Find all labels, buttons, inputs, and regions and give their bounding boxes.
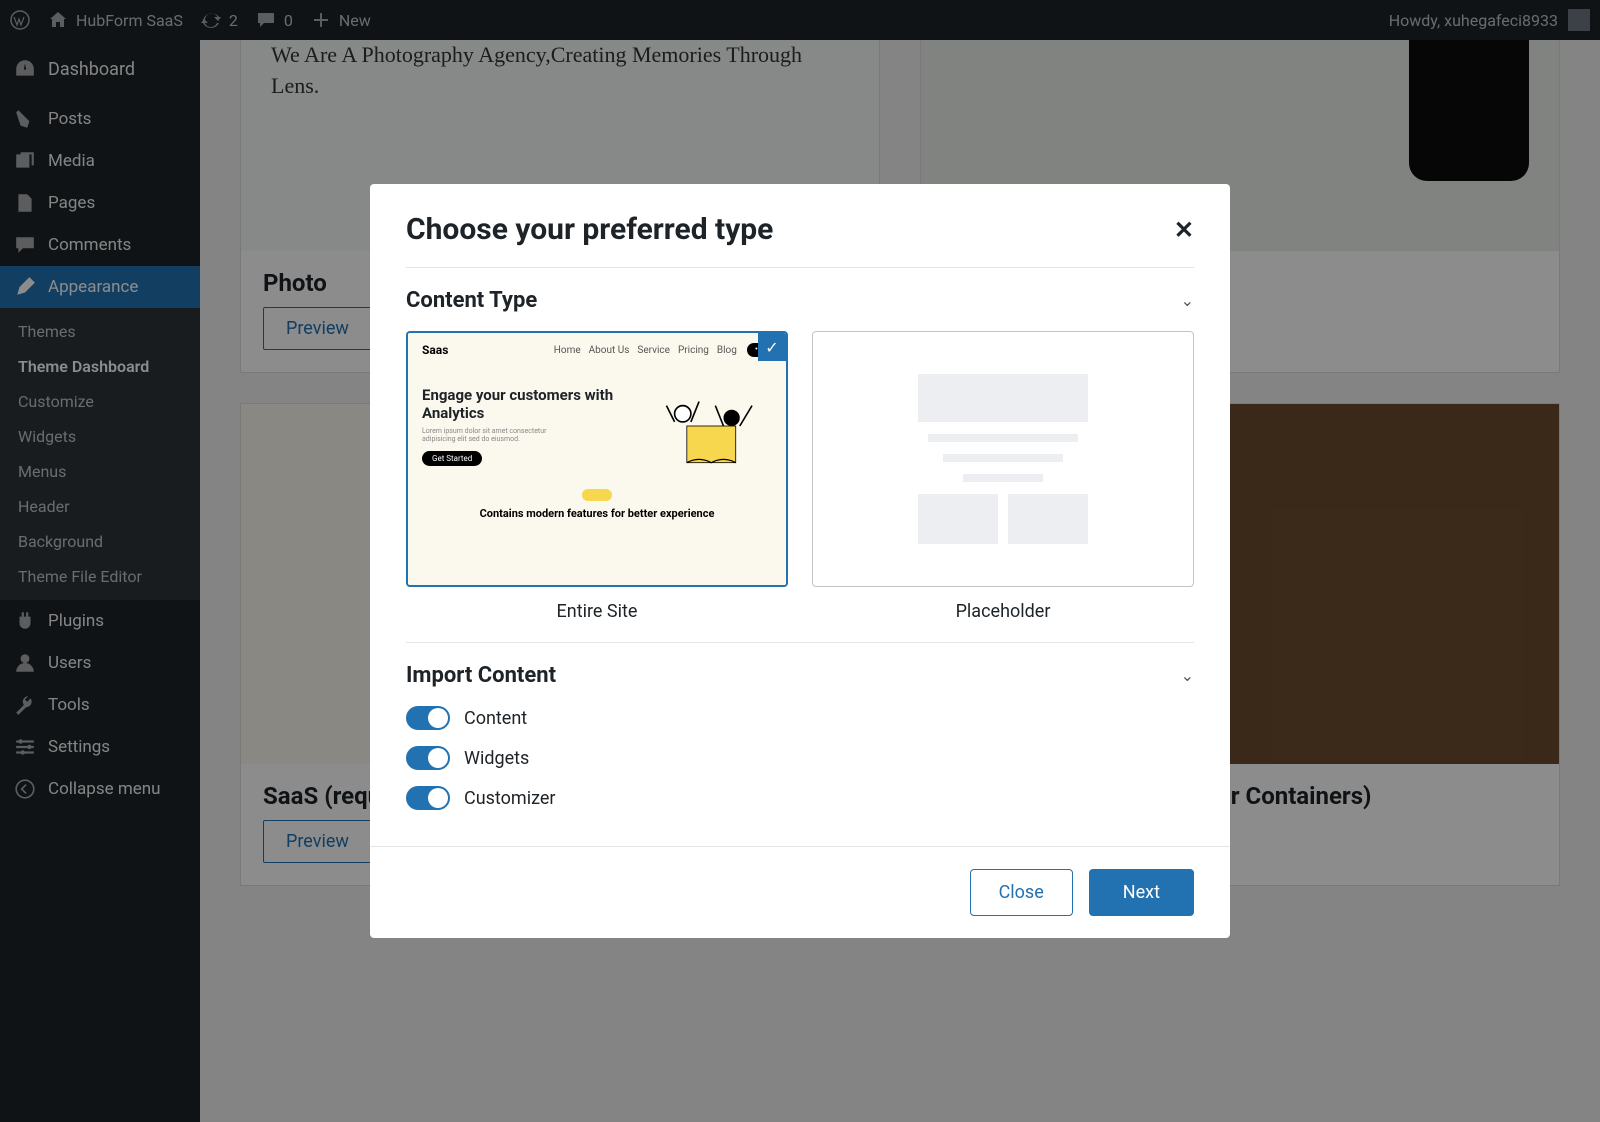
close-icon[interactable]: ✕ (1174, 216, 1194, 244)
toggle-widgets-label: Widgets (464, 748, 529, 769)
content-type-section: Content Type ⌄ ✓ Saas Home About Us Serv… (370, 268, 1230, 642)
import-content-section: Import Content ⌄ Content Widgets Customi… (370, 643, 1230, 846)
toggle-content[interactable] (406, 706, 450, 730)
chevron-down-icon[interactable]: ⌄ (1181, 666, 1194, 685)
import-modal: Choose your preferred type ✕ Content Typ… (370, 184, 1230, 938)
next-button[interactable]: Next (1089, 869, 1194, 916)
option-placeholder[interactable]: Placeholder (812, 331, 1194, 622)
option-label-placeholder: Placeholder (812, 601, 1194, 622)
illustration (642, 371, 772, 481)
option-label-entire-site: Entire Site (406, 601, 788, 622)
toggle-customizer[interactable] (406, 786, 450, 810)
close-button[interactable]: Close (970, 869, 1073, 916)
chevron-down-icon[interactable]: ⌄ (1181, 291, 1194, 310)
content-type-heading: Content Type (406, 288, 537, 313)
toggle-customizer-label: Customizer (464, 788, 556, 809)
toggle-widgets[interactable] (406, 746, 450, 770)
import-content-heading: Import Content (406, 663, 556, 688)
toggle-content-label: Content (464, 708, 527, 729)
check-icon: ✓ (758, 333, 786, 361)
option-entire-site[interactable]: ✓ Saas Home About Us Service Pricing Blo… (406, 331, 788, 622)
modal-title: Choose your preferred type (406, 212, 773, 247)
